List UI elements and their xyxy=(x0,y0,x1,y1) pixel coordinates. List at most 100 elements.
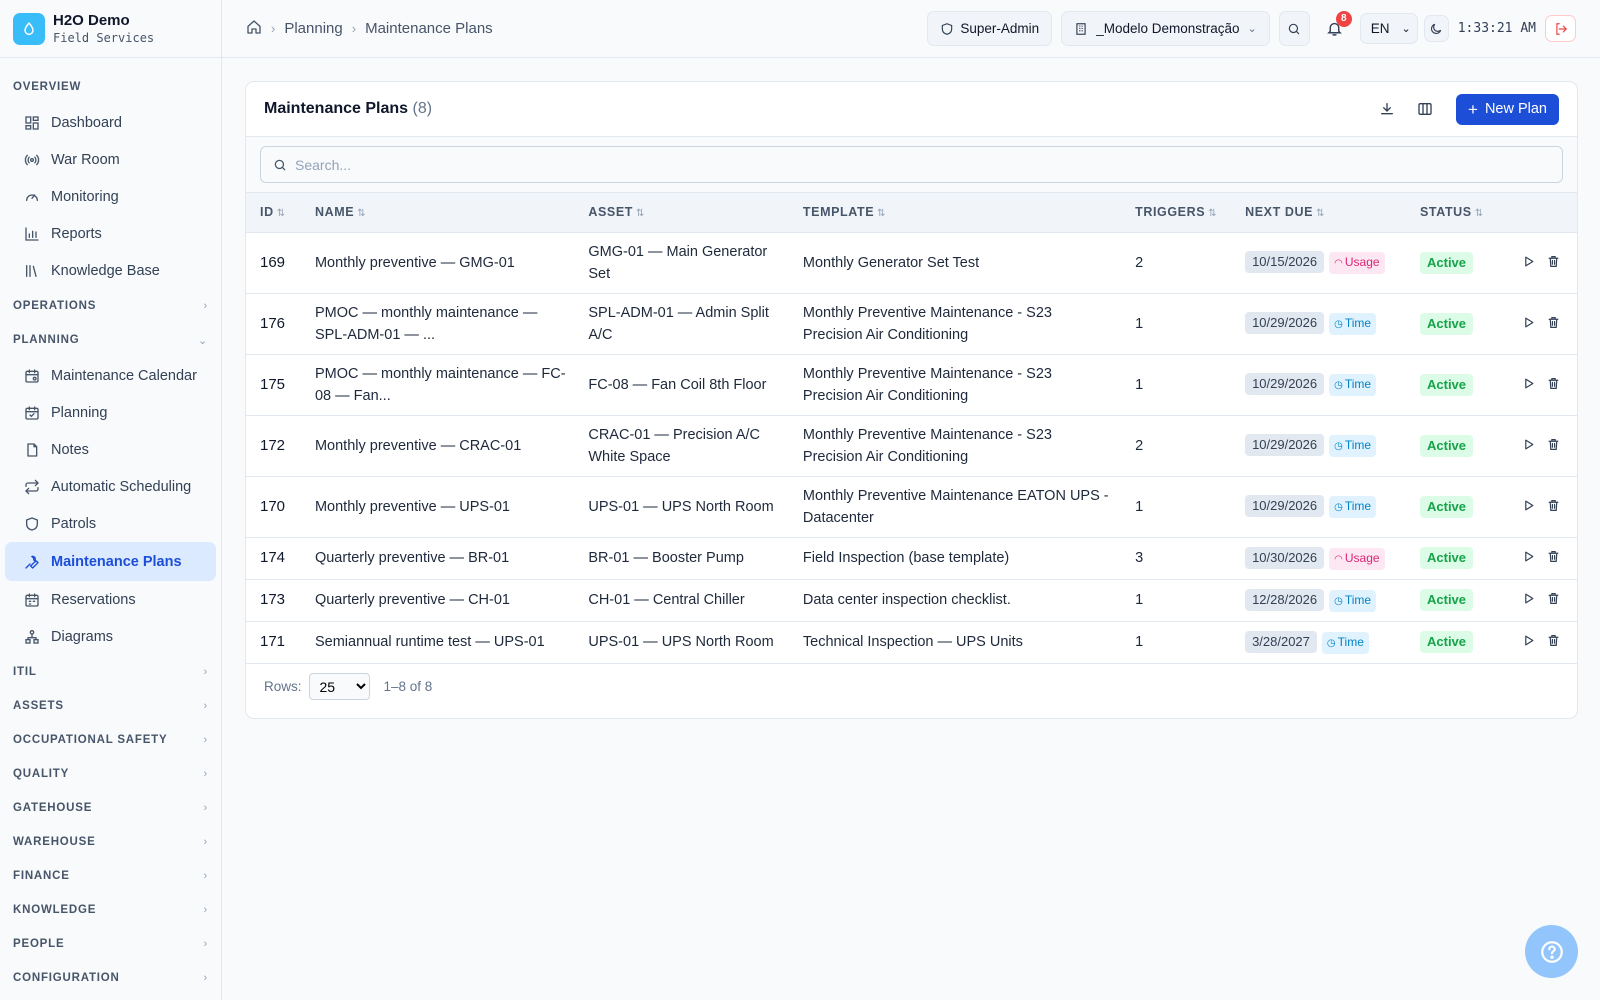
chevron-right-icon: › xyxy=(203,836,208,848)
top-header: › Planning › Maintenance Plans Super-Adm… xyxy=(222,0,1600,58)
col-name[interactable]: NAME ⇅ xyxy=(300,193,575,233)
tenant-selector[interactable]: _Modelo Demonstração ⌄ xyxy=(1061,11,1270,46)
section-assets[interactable]: ASSETS › xyxy=(0,689,221,723)
trigger-type-badge: ◷ Time xyxy=(1321,631,1369,654)
cell-name[interactable]: PMOC — monthly maintenance — SPL-ADM-01 … xyxy=(300,293,575,355)
help-button[interactable] xyxy=(1525,925,1578,978)
trigger-type-label: Time xyxy=(1337,634,1364,649)
run-button[interactable] xyxy=(1518,250,1540,272)
run-button[interactable] xyxy=(1518,630,1540,652)
columns-button[interactable] xyxy=(1410,94,1440,124)
section-operations[interactable]: OPERATIONS › xyxy=(0,289,221,323)
pagination: Rows: 25 1–8 of 8 xyxy=(246,664,1577,710)
table-row[interactable]: 169 Monthly preventive — GMG-01 GMG-01 — M… xyxy=(246,232,1577,294)
run-button[interactable] xyxy=(1518,311,1540,333)
col-id[interactable]: ID ⇅ xyxy=(246,193,301,233)
play-icon xyxy=(1525,378,1534,389)
section-finance[interactable]: FINANCE › xyxy=(0,859,221,893)
delete-button[interactable] xyxy=(1543,588,1565,610)
new-plan-button[interactable]: + New Plan xyxy=(1456,93,1559,125)
delete-button[interactable] xyxy=(1543,250,1565,272)
sidebar-item-reports[interactable]: Reports xyxy=(5,215,216,252)
table-row[interactable]: 174 Quarterly preventive — BR-01 BR-01 — B… xyxy=(246,537,1577,580)
section-itil[interactable]: ITIL › xyxy=(0,655,221,689)
col-asset[interactable]: ASSET ⇅ xyxy=(574,193,789,233)
logout-button[interactable] xyxy=(1545,15,1576,42)
delete-button[interactable] xyxy=(1543,630,1565,652)
cell-name[interactable]: Quarterly preventive — BR-01 xyxy=(300,537,575,580)
cell-name[interactable]: Monthly preventive — CRAC-01 xyxy=(300,415,575,477)
table-row[interactable]: 175 PMOC — monthly maintenance — FC-08 — … xyxy=(246,354,1577,416)
sidebar-item-notes[interactable]: Notes xyxy=(5,431,216,468)
run-button[interactable] xyxy=(1518,494,1540,516)
search-input[interactable] xyxy=(295,156,1445,173)
run-button[interactable] xyxy=(1518,433,1540,455)
section-quality[interactable]: QUALITY › xyxy=(0,757,221,791)
cell-actions xyxy=(1500,579,1577,622)
delete-button[interactable] xyxy=(1543,546,1565,568)
run-button[interactable] xyxy=(1518,372,1540,394)
col-triggers[interactable]: TRIGGERS ⇅ xyxy=(1121,193,1232,233)
run-button[interactable] xyxy=(1518,588,1540,610)
gauge-icon xyxy=(26,193,38,201)
table-row[interactable]: 172 Monthly preventive — CRAC-01 CRAC-01 —… xyxy=(246,415,1577,477)
delete-button[interactable] xyxy=(1543,433,1565,455)
delete-button[interactable] xyxy=(1543,372,1565,394)
section-occupational-safety[interactable]: OCCUPATIONAL SAFETY › xyxy=(0,723,221,757)
table-row[interactable]: 173 Quarterly preventive — CH-01 CH-01 — C… xyxy=(246,579,1577,622)
sidebar-item-monitoring[interactable]: Monitoring xyxy=(5,178,216,215)
col-status[interactable]: STATUS ⇅ xyxy=(1406,193,1501,233)
cell-status: Active xyxy=(1406,415,1501,477)
sidebar-item-maintenance-calendar[interactable]: Maintenance Calendar xyxy=(5,357,216,394)
delete-button[interactable] xyxy=(1543,311,1565,333)
cell-name[interactable]: Quarterly preventive — CH-01 xyxy=(300,579,575,622)
table-row[interactable]: 171 Semiannual runtime test — UPS-01 UPS-0… xyxy=(246,621,1577,664)
delete-button[interactable] xyxy=(1543,494,1565,516)
role-badge[interactable]: Super-Admin xyxy=(927,11,1053,46)
section-people[interactable]: PEOPLE › xyxy=(0,927,221,961)
download-button[interactable] xyxy=(1372,94,1402,124)
section-planning[interactable]: PLANNING ⌄ xyxy=(0,323,221,357)
breadcrumb-planning[interactable]: Planning xyxy=(284,20,342,37)
search-button[interactable] xyxy=(1278,11,1310,46)
sidebar: H2O Demo Field Services OVERVIEW Dashboa… xyxy=(0,0,222,1000)
cell-actions xyxy=(1500,415,1577,477)
brand[interactable]: H2O Demo Field Services xyxy=(0,0,221,58)
table-row[interactable]: 170 Monthly preventive — UPS-01 UPS-01 — U… xyxy=(246,476,1577,538)
sidebar-item-label: Monitoring xyxy=(51,188,119,205)
section-label: OCCUPATIONAL SAFETY xyxy=(13,734,168,746)
due-date: 10/15/2026 xyxy=(1245,251,1325,273)
sidebar-item-war-room[interactable]: War Room xyxy=(5,141,216,178)
section-warehouse[interactable]: WAREHOUSE › xyxy=(0,825,221,859)
sidebar-item-label: Maintenance Plans xyxy=(51,553,182,570)
sidebar-item-knowledge-base[interactable]: Knowledge Base xyxy=(5,252,216,289)
run-button[interactable] xyxy=(1518,546,1540,568)
sidebar-item-diagrams[interactable]: Diagrams xyxy=(5,618,216,655)
section-knowledge[interactable]: KNOWLEDGE › xyxy=(0,893,221,927)
trigger-type-badge: ◷ Time xyxy=(1329,589,1377,612)
sort-icon: ⇅ xyxy=(877,208,887,220)
sidebar-item-dashboard[interactable]: Dashboard xyxy=(5,104,216,141)
section-gatehouse[interactable]: GATEHOUSE › xyxy=(0,791,221,825)
table-row[interactable]: 176 PMOC — monthly maintenance — SPL-ADM-… xyxy=(246,293,1577,355)
section-configuration[interactable]: CONFIGURATION › xyxy=(0,961,221,995)
col-next-due[interactable]: NEXT DUE ⇅ xyxy=(1231,193,1406,233)
cell-name[interactable]: Monthly preventive — GMG-01 xyxy=(300,232,575,294)
home-icon[interactable] xyxy=(246,19,262,39)
trigger-type-label: Time xyxy=(1344,499,1372,513)
sidebar-item-automatic-scheduling[interactable]: Automatic Scheduling xyxy=(5,468,216,505)
cell-name[interactable]: Monthly preventive — UPS-01 xyxy=(300,476,575,538)
sidebar-item-planning[interactable]: Planning xyxy=(5,394,216,431)
sidebar-item-patrols[interactable]: Patrols xyxy=(5,505,216,542)
cell-template: Field Inspection (base template) xyxy=(788,537,1122,580)
cell-name[interactable]: Semiannual runtime test — UPS-01 xyxy=(300,621,575,664)
col-template[interactable]: TEMPLATE ⇅ xyxy=(788,193,1122,233)
rows-per-page-select[interactable]: 25 xyxy=(308,673,370,700)
theme-toggle[interactable] xyxy=(1423,15,1449,42)
language-select[interactable]: EN ⌄ xyxy=(1359,13,1418,44)
sidebar-item-maintenance-plans[interactable]: Maintenance Plans xyxy=(5,542,216,581)
sidebar-item-reservations[interactable]: Reservations xyxy=(5,581,216,618)
notifications-button[interactable]: 8 xyxy=(1319,10,1352,45)
cell-name[interactable]: PMOC — monthly maintenance — FC-08 — Fan… xyxy=(300,354,575,416)
chevron-right-icon: › xyxy=(203,938,208,950)
